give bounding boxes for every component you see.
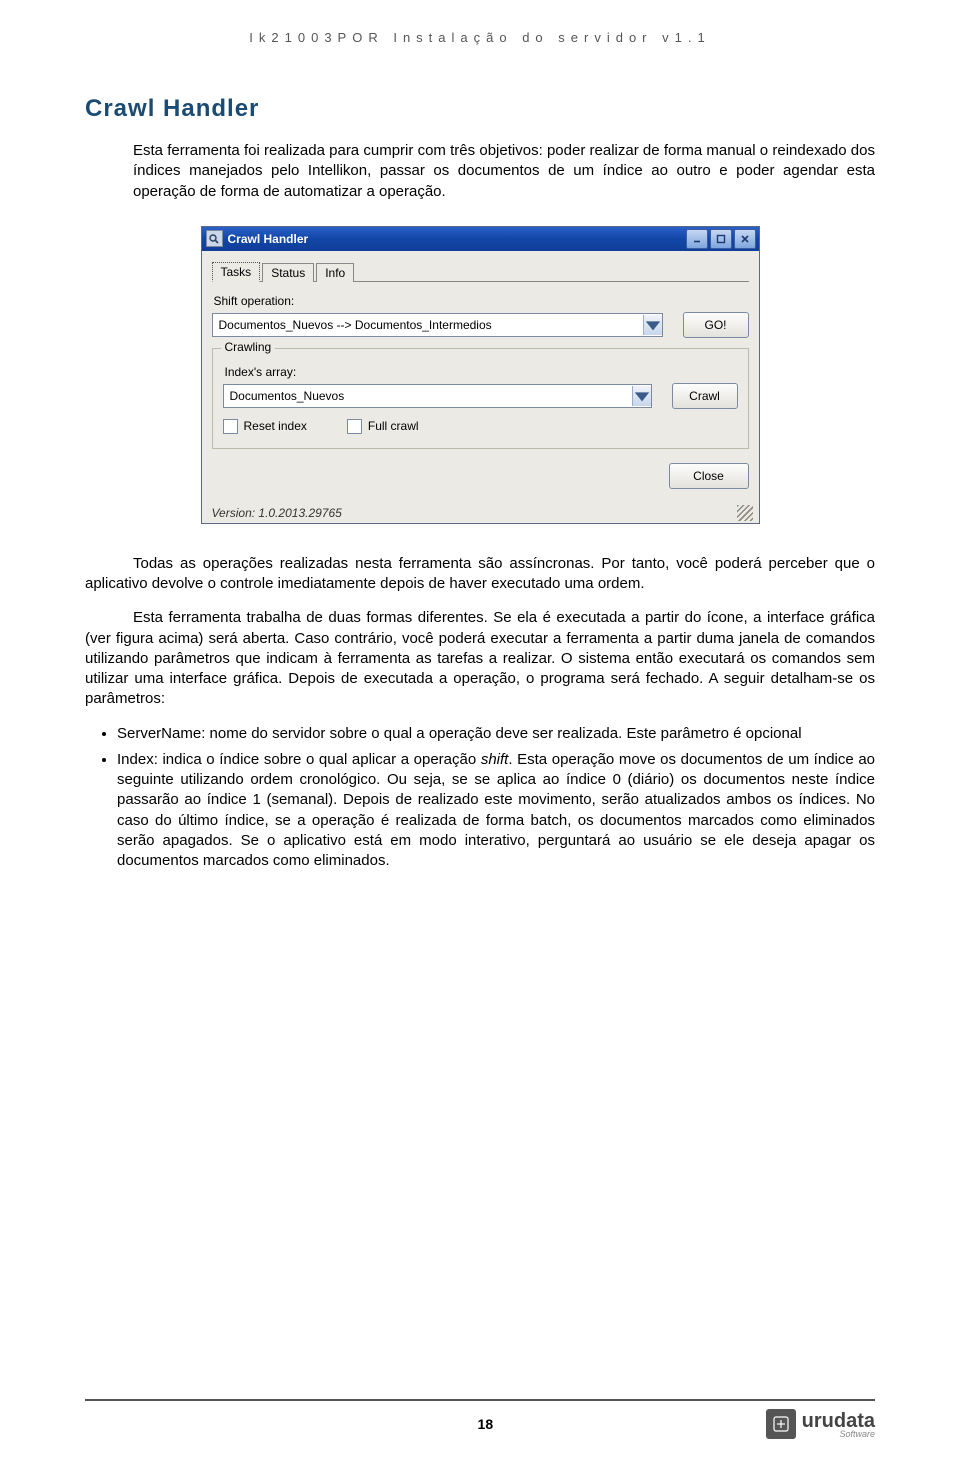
go-button[interactable]: GO! (683, 312, 749, 338)
reset-index-checkbox[interactable]: Reset index (223, 419, 307, 434)
paragraph-1: Todas as operações realizadas nesta ferr… (85, 554, 875, 595)
close-button[interactable] (734, 229, 756, 249)
tab-strip: Tasks Status Info (212, 259, 749, 282)
section-title: Crawl Handler (85, 95, 875, 123)
tab-status[interactable]: Status (262, 263, 314, 282)
crawling-legend: Crawling (221, 340, 276, 354)
shift-operation-select[interactable]: Documentos_Nuevos --> Documentos_Interme… (212, 313, 663, 337)
paragraph-2: Esta ferramenta trabalha de duas formas … (85, 608, 875, 709)
tab-tasks[interactable]: Tasks (212, 262, 261, 282)
maximize-button[interactable] (710, 229, 732, 249)
crawl-button[interactable]: Crawl (672, 383, 738, 409)
full-crawl-label: Full crawl (368, 419, 419, 433)
checkbox-icon (223, 419, 238, 434)
index-array-select[interactable]: Documentos_Nuevos (223, 384, 652, 408)
intro-paragraph: Esta ferramenta foi realizada para cumpr… (133, 141, 875, 202)
checkbox-icon (347, 419, 362, 434)
minimize-button[interactable] (686, 229, 708, 249)
window-title: Crawl Handler (228, 232, 686, 246)
param-text: Index: indica o índice sobre o qual apli… (117, 751, 481, 768)
chevron-down-icon[interactable] (643, 315, 662, 335)
shift-operation-value: Documentos_Nuevos --> Documentos_Interme… (213, 318, 643, 332)
window-titlebar[interactable]: Crawl Handler (202, 227, 759, 251)
full-crawl-checkbox[interactable]: Full crawl (347, 419, 419, 434)
reset-index-label: Reset index (244, 419, 307, 433)
param-text: . Esta operação move os documentos de um… (117, 751, 875, 869)
tab-info[interactable]: Info (316, 263, 354, 282)
param-italic: shift (481, 751, 509, 768)
list-item: Index: indica o índice sobre o qual apli… (117, 750, 875, 872)
parameter-list: ServerName: nome do servidor sobre o qua… (117, 724, 875, 872)
page-header: Ik21003POR Instalação do servidor v1.1 (85, 30, 875, 45)
chevron-down-icon[interactable] (632, 386, 651, 406)
page-footer: 18 urudata Software (85, 1399, 875, 1439)
index-array-value: Documentos_Nuevos (224, 389, 632, 403)
crawl-handler-window: Crawl Handler Tasks Status Info Shift op… (201, 226, 760, 524)
close-dialog-button[interactable]: Close (669, 463, 749, 489)
shift-operation-label: Shift operation: (214, 294, 749, 308)
logo: urudata Software (766, 1409, 875, 1439)
app-icon (206, 230, 223, 247)
crawling-fieldset: Crawling Index's array: Documentos_Nuevo… (212, 348, 749, 449)
index-array-label: Index's array: (225, 365, 738, 379)
list-item: ServerName: nome do servidor sobre o qua… (117, 724, 875, 744)
resize-grip-icon[interactable] (737, 505, 753, 521)
version-label: Version: 1.0.2013.29765 (212, 506, 342, 520)
page-number: 18 (205, 1416, 766, 1432)
logo-icon (766, 1409, 796, 1439)
